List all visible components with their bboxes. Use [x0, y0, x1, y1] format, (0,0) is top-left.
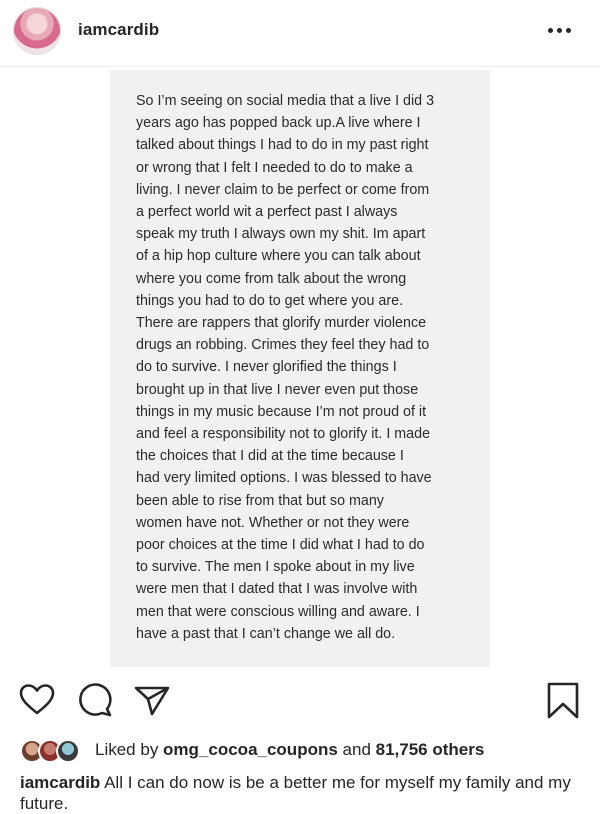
caption-username[interactable]: iamcardib	[20, 773, 100, 792]
liked-by-middle: and	[337, 740, 376, 759]
likes-count[interactable]: 81,756 others	[376, 740, 485, 759]
post-header: iamcardib	[0, 0, 600, 67]
liked-by-user[interactable]: omg_cocoa_coupons	[163, 740, 338, 759]
post-actions	[0, 680, 600, 730]
likes-summary: Liked by omg_cocoa_coupons and 81,756 ot…	[95, 740, 484, 760]
share-icon[interactable]	[131, 680, 171, 720]
header-username[interactable]: iamcardib	[78, 20, 159, 40]
bookmark-icon[interactable]	[543, 680, 583, 720]
liker-avatar	[56, 739, 80, 763]
liked-by-prefix: Liked by	[95, 740, 164, 759]
caption-text: All I can do now is be a better me for m…	[20, 773, 571, 813]
profile-avatar[interactable]	[13, 7, 61, 55]
note-text: So I’m seeing on social media that a liv…	[136, 93, 435, 642]
post-caption: iamcardib All I can do now is be a bette…	[20, 772, 580, 814]
heart-icon[interactable]	[17, 680, 57, 720]
comment-icon[interactable]	[77, 680, 117, 720]
more-options-icon[interactable]	[548, 27, 572, 35]
